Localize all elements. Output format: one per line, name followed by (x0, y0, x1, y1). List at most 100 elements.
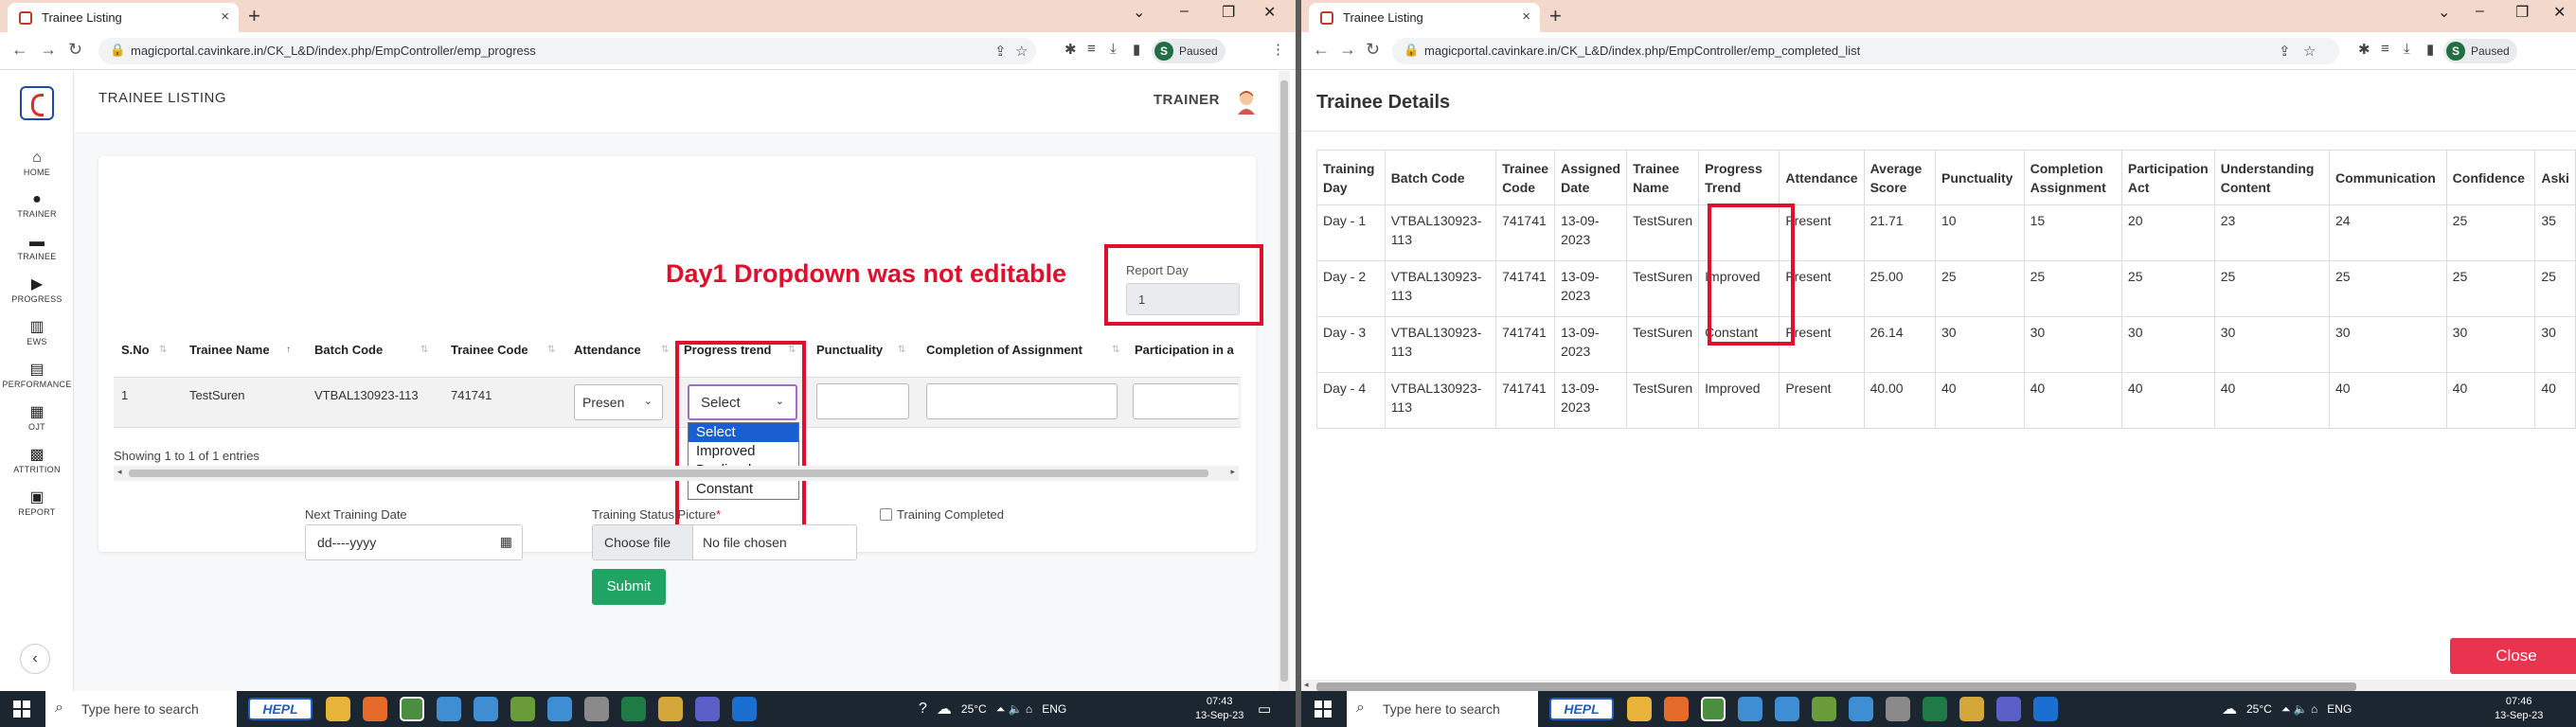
taskbar-clock[interactable]: 07:46 13-Sep-23 (2495, 695, 2543, 723)
download-icon[interactable]: ⤓ (1110, 41, 1117, 57)
sidebar-item-performance[interactable]: ▤ PERFORMANCE (0, 361, 74, 389)
table-hscrollbar-thumb[interactable] (1316, 683, 2356, 691)
firefox-icon[interactable] (1664, 697, 1689, 721)
profile-chip[interactable]: S Paused (1152, 39, 1225, 63)
sidebar-item-trainer[interactable]: ● TRAINER (0, 190, 74, 219)
chrome-active-icon[interactable] (1701, 697, 1726, 721)
punctuality-input[interactable] (816, 383, 909, 419)
taskbar-search[interactable]: ⌕ Type here to search (1347, 691, 1538, 727)
share-icon[interactable]: ⇪ (994, 43, 1007, 60)
chrome-icon-2[interactable] (1775, 697, 1799, 721)
taskbar-clock[interactable]: 07:43 13-Sep-23 (1195, 695, 1243, 723)
outlook-icon[interactable] (2033, 697, 2058, 721)
col-batch-code[interactable]: Batch Code (314, 343, 383, 357)
media-icon[interactable]: ≡ (2381, 41, 2389, 57)
tray-icons[interactable]: ⏶ 🔈 ⌂ (2281, 702, 2317, 717)
sidepanel-icon[interactable]: ▮ (1133, 41, 1140, 58)
sort-icon[interactable]: ⇅ (420, 345, 428, 355)
back-icon[interactable]: ← (11, 40, 28, 60)
col-completion-assignment[interactable]: Completion of Assignment (926, 343, 1082, 357)
help-icon[interactable]: ? (919, 700, 927, 718)
bookmark-star-icon[interactable]: ☆ (2303, 43, 2316, 60)
choose-file-button[interactable]: Choose file (593, 525, 693, 559)
user-avatar-icon[interactable] (1235, 88, 1258, 115)
new-tab-icon[interactable]: + (248, 4, 260, 28)
notepad-icon[interactable] (1812, 697, 1836, 721)
extensions-icon[interactable]: ✱ (1064, 41, 1077, 58)
completion-assignment-input[interactable] (926, 383, 1118, 419)
window-close-icon[interactable]: ✕ (2553, 3, 2566, 22)
browser-tab[interactable]: Trainee Listing × (8, 3, 239, 32)
sidebar-item-attrition[interactable]: ▩ ATTRITION (0, 446, 74, 474)
minimize-icon[interactable]: – (2476, 3, 2484, 20)
chrome-icon[interactable] (1738, 697, 1762, 721)
training-completed-checkbox[interactable] (880, 508, 892, 521)
app-icon[interactable] (584, 697, 609, 721)
bookmark-star-icon[interactable]: ☆ (1015, 43, 1028, 60)
col-trainee-code[interactable]: Trainee Code (451, 343, 528, 357)
forward-icon[interactable]: → (40, 40, 57, 60)
weather-icon[interactable]: ☁ (2222, 700, 2237, 718)
new-tab-icon[interactable]: + (1549, 4, 1562, 28)
profile-chip[interactable]: S Paused (2443, 39, 2517, 63)
chrome-icon-2[interactable] (474, 697, 498, 721)
page-scrollbar-thumb[interactable] (1280, 80, 1288, 682)
address-bar[interactable]: 🔒 magicportal.cavinkare.in/CK_L&D/index.… (1392, 38, 2339, 64)
chrome-icon[interactable] (437, 697, 461, 721)
window-close-icon[interactable]: ✕ (1263, 3, 1276, 22)
taskbar-search[interactable]: ⌕ Type here to search (45, 691, 237, 727)
back-icon[interactable]: ← (1313, 40, 1330, 60)
windows-start-icon[interactable] (1315, 700, 1332, 718)
status-picture-file-input[interactable]: Choose file No file chosen (592, 524, 857, 560)
download-icon[interactable]: ⤓ (2404, 41, 2410, 57)
sort-icon[interactable]: ⇅ (898, 345, 905, 355)
maximize-icon[interactable]: ❐ (1222, 3, 1235, 22)
media-icon[interactable]: ≡ (1087, 41, 1096, 57)
tab-search-icon[interactable]: ⌄ (2438, 3, 2450, 22)
sidebar-item-progress[interactable]: ▶ PROGRESS (0, 275, 74, 304)
submit-button[interactable]: Submit (592, 569, 666, 605)
sort-icon[interactable]: ⇅ (1112, 345, 1119, 355)
col-sno[interactable]: S.No (121, 343, 150, 357)
file-explorer-icon[interactable] (1627, 697, 1652, 721)
chrome-icon-3[interactable] (547, 697, 572, 721)
language-indicator[interactable]: ENG (1042, 702, 1066, 716)
windows-start-icon[interactable] (13, 700, 30, 718)
calendar-icon[interactable]: ▦ (500, 534, 512, 550)
tab-close-icon[interactable]: × (221, 9, 229, 25)
chrome-icon-3[interactable] (1849, 697, 1873, 721)
weather-icon[interactable]: ☁ (937, 700, 952, 718)
reload-icon[interactable]: ↻ (68, 40, 82, 60)
extensions-icon[interactable]: ✱ (2358, 41, 2370, 58)
close-button[interactable]: Close (2450, 638, 2576, 674)
sidebar-item-ojt[interactable]: ▦ OJT (0, 403, 74, 432)
browser-tab[interactable]: Trainee Listing × (1309, 3, 1540, 32)
col-participation[interactable]: Participation in a (1135, 343, 1234, 357)
hepl-app-icon[interactable]: HEPL (1549, 698, 1614, 720)
sidebar-item-home[interactable]: ⌂ HOME (0, 149, 74, 177)
sidebar-item-report[interactable]: ▣ REPORT (0, 488, 74, 517)
language-indicator[interactable]: ENG (2327, 702, 2352, 716)
collapse-sidebar-icon[interactable]: ‹ (20, 644, 50, 674)
report-day-input[interactable]: 1 (1126, 283, 1240, 315)
sidebar-item-ews[interactable]: ▥ EWS (0, 318, 74, 346)
participation-input[interactable] (1133, 383, 1239, 419)
excel-icon[interactable] (1923, 697, 1947, 721)
weather-temp[interactable]: 25°C (961, 702, 987, 716)
app-icon-2[interactable] (658, 697, 683, 721)
attendance-select[interactable]: Presen ⌄ (574, 384, 663, 420)
outlook-icon[interactable] (732, 697, 757, 721)
sort-icon[interactable]: ⇅ (547, 345, 555, 355)
scroll-left-icon[interactable]: ◂ (117, 467, 122, 477)
table-hscrollbar-thumb[interactable] (129, 470, 1208, 477)
sort-icon[interactable]: ⇅ (159, 345, 167, 355)
tab-close-icon[interactable]: × (1522, 9, 1530, 25)
sidepanel-icon[interactable]: ▮ (2426, 41, 2434, 58)
forward-icon[interactable]: → (1339, 40, 1356, 60)
firefox-icon[interactable] (363, 697, 387, 721)
share-icon[interactable]: ⇪ (2279, 43, 2291, 60)
table-hscrollbar[interactable]: ◂ ▸ (114, 466, 1239, 481)
chrome-active-icon[interactable] (400, 697, 424, 721)
address-bar[interactable]: 🔒 magicportal.cavinkare.in/CK_L&D/index.… (98, 38, 1036, 64)
teams-icon[interactable] (1996, 697, 2021, 721)
